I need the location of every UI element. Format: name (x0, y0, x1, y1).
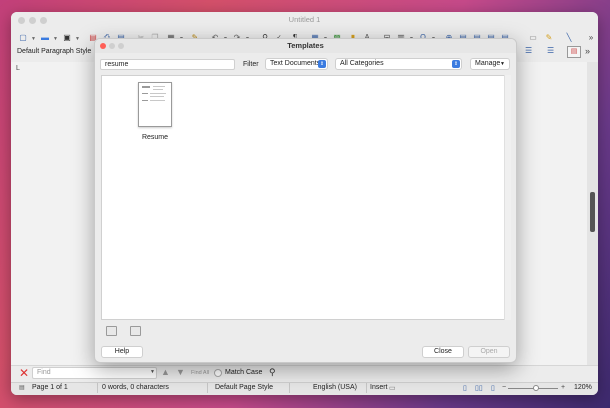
thumbnail-line (142, 100, 148, 101)
thumbnail-line (150, 96, 164, 97)
default-template-icon[interactable] (106, 326, 117, 336)
zoom-slider-handle[interactable] (533, 385, 539, 391)
document-icon: ▤ (19, 385, 25, 391)
template-thumbnail[interactable] (138, 82, 172, 127)
template-search-input[interactable]: resume (100, 59, 235, 70)
scrollbar-thumb[interactable] (590, 192, 595, 232)
filter-label: Filter (243, 61, 259, 68)
save-icon[interactable]: ▣ (61, 32, 73, 44)
thumbnail-heading (142, 86, 150, 88)
select-arrows-icon: ⇕ (452, 60, 460, 68)
open-folder-icon[interactable]: ▬ (39, 32, 51, 44)
window-title: Untitled 1 (288, 15, 321, 24)
bullet-list-icon[interactable]: ☰ (525, 46, 532, 55)
find-previous-icon[interactable]: ▲ (161, 367, 170, 377)
find-input[interactable]: Find (32, 367, 157, 379)
formatting-overflow-icon[interactable]: » (585, 46, 590, 56)
dialog-title: Templates (287, 41, 324, 50)
zoom-level[interactable]: 120% (574, 384, 592, 391)
thumbnail-line (150, 93, 166, 94)
status-divider (97, 383, 98, 393)
thumbnail-line (153, 86, 165, 87)
sidebar-toggle-icon[interactable]: ▤ (567, 46, 581, 58)
templates-dialog: Templates resume Filter Text Documents ⇕… (94, 38, 517, 363)
help-button[interactable]: Help (101, 346, 143, 358)
manage-dropdown-icon: ▼ (500, 61, 505, 67)
multi-page-view-icon[interactable]: ▯▯ (475, 384, 483, 392)
status-divider (366, 383, 367, 393)
paragraph-style-box[interactable]: Default Paragraph Style (17, 48, 91, 55)
page-count[interactable]: Page 1 of 1 (32, 384, 68, 391)
template-pane-scrollbar[interactable] (504, 75, 511, 320)
thumbnail-line (153, 89, 163, 90)
document-type-select[interactable]: Text Documents ⇕ (265, 58, 328, 70)
new-document-icon[interactable]: ▢ (17, 32, 29, 44)
close-find-icon[interactable]: ✕ (19, 367, 29, 379)
insert-mode[interactable]: Insert (370, 384, 388, 391)
match-case-checkbox[interactable] (214, 369, 222, 377)
new-dropdown-icon[interactable]: ▼ (31, 36, 36, 42)
document-type-value: Text Documents (270, 60, 321, 67)
status-divider (289, 383, 290, 393)
find-replace-binoculars-icon[interactable]: ⚲ (269, 367, 276, 378)
select-arrows-icon: ⇕ (318, 60, 326, 68)
category-select[interactable]: All Categories ⇕ (335, 58, 462, 70)
ruler-tab-marker: L (16, 65, 20, 72)
close-button[interactable]: Close (422, 346, 464, 358)
template-view-icon[interactable] (130, 326, 141, 336)
find-next-icon[interactable]: ▼ (176, 367, 185, 377)
single-page-view-icon[interactable]: ▯ (463, 384, 467, 392)
zoom-in-icon[interactable]: + (561, 384, 565, 391)
find-history-dropdown-icon[interactable]: ▼ (150, 369, 155, 375)
open-dropdown-icon[interactable]: ▼ (53, 36, 58, 42)
match-case-label: Match Case (225, 369, 263, 376)
thumbnail-line (142, 93, 148, 94)
zoom-out-icon[interactable]: − (502, 384, 506, 391)
numbered-list-icon[interactable]: ☰ (547, 46, 554, 55)
word-count[interactable]: 0 words, 0 characters (102, 384, 169, 391)
template-name[interactable]: Resume (125, 134, 185, 141)
manage-button[interactable]: Manage ▼ (470, 58, 510, 70)
selection-mode-icon[interactable]: ▭ (389, 384, 396, 392)
category-value: All Categories (340, 60, 384, 67)
language[interactable]: English (USA) (313, 384, 357, 391)
book-view-icon[interactable]: ▯ (491, 384, 495, 392)
page-style[interactable]: Default Page Style (215, 384, 273, 391)
thumbnail-line (150, 100, 165, 101)
open-button[interactable]: Open (468, 346, 510, 358)
find-all-button[interactable]: Find All (191, 370, 209, 376)
manage-label: Manage (475, 60, 501, 67)
save-dropdown-icon[interactable]: ▼ (75, 36, 80, 42)
status-divider (207, 383, 208, 393)
